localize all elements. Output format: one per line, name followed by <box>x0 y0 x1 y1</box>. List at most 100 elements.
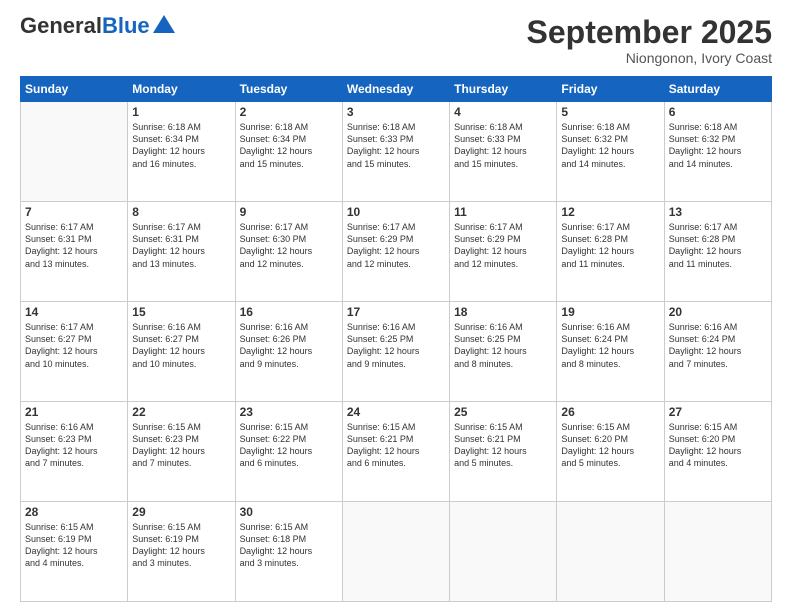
header: GeneralBlue September 2025 Niongonon, Iv… <box>20 15 772 66</box>
weekday-header-row: Sunday Monday Tuesday Wednesday Thursday… <box>21 77 772 102</box>
header-saturday: Saturday <box>664 77 771 102</box>
day-info: Sunrise: 6:16 AM Sunset: 6:24 PM Dayligh… <box>669 321 767 370</box>
day-number: 15 <box>132 305 230 319</box>
day-info: Sunrise: 6:17 AM Sunset: 6:31 PM Dayligh… <box>25 221 123 270</box>
day-info: Sunrise: 6:17 AM Sunset: 6:29 PM Dayligh… <box>347 221 445 270</box>
day-number: 17 <box>347 305 445 319</box>
calendar-cell: 24Sunrise: 6:15 AM Sunset: 6:21 PM Dayli… <box>342 402 449 502</box>
day-info: Sunrise: 6:18 AM Sunset: 6:33 PM Dayligh… <box>347 121 445 170</box>
logo-icon <box>153 15 175 33</box>
day-info: Sunrise: 6:16 AM Sunset: 6:23 PM Dayligh… <box>25 421 123 470</box>
calendar-cell: 9 Sunrise: 6:17 AM Sunset: 6:30 PM Daylig… <box>235 202 342 302</box>
day-number: 14 <box>25 305 123 319</box>
day-number: 1 <box>132 105 230 119</box>
header-sunday: Sunday <box>21 77 128 102</box>
calendar-cell: 11 Sunrise: 6:17 AM Sunset: 6:29 PM Dayli… <box>450 202 557 302</box>
calendar-cell: 27 Sunrise: 6:15 AM Sunset: 6:20 PM Dayli… <box>664 402 771 502</box>
calendar-cell: 23 Sunrise: 6:15 AM Sunset: 6:22 PM Dayli… <box>235 402 342 502</box>
logo-text: GeneralBlue <box>20 15 150 37</box>
day-info: Sunrise: 6:16 AM Sunset: 6:24 PM Dayligh… <box>561 321 659 370</box>
week-row-4: 28 Sunrise: 6:15 AM Sunset: 6:19 PM Dayli… <box>21 502 772 602</box>
day-number: 9 <box>240 205 338 219</box>
day-info: Sunrise: 6:17 AM Sunset: 6:28 PM Dayligh… <box>561 221 659 270</box>
day-number: 21 <box>25 405 123 419</box>
day-info: Sunrise: 6:15 AM Sunset: 6:21 PM Dayligh… <box>347 421 445 470</box>
calendar-cell <box>450 502 557 602</box>
logo-blue: Blue <box>102 13 150 38</box>
day-info: Sunrise: 6:18 AM Sunset: 6:34 PM Dayligh… <box>240 121 338 170</box>
month-title: September 2025 <box>527 15 772 50</box>
day-number: 20 <box>669 305 767 319</box>
calendar-cell: 6Sunrise: 6:18 AM Sunset: 6:32 PM Daylig… <box>664 102 771 202</box>
week-row-1: 7Sunrise: 6:17 AM Sunset: 6:31 PM Daylig… <box>21 202 772 302</box>
day-info: Sunrise: 6:16 AM Sunset: 6:25 PM Dayligh… <box>347 321 445 370</box>
day-number: 22 <box>132 405 230 419</box>
day-number: 28 <box>25 505 123 519</box>
day-info: Sunrise: 6:18 AM Sunset: 6:32 PM Dayligh… <box>561 121 659 170</box>
logo: GeneralBlue <box>20 15 175 37</box>
week-row-0: 1 Sunrise: 6:18 AM Sunset: 6:34 PM Daylig… <box>21 102 772 202</box>
day-number: 10 <box>347 205 445 219</box>
day-number: 27 <box>669 405 767 419</box>
day-info: Sunrise: 6:17 AM Sunset: 6:28 PM Dayligh… <box>669 221 767 270</box>
day-info: Sunrise: 6:16 AM Sunset: 6:26 PM Dayligh… <box>240 321 338 370</box>
calendar-cell: 28 Sunrise: 6:15 AM Sunset: 6:19 PM Dayli… <box>21 502 128 602</box>
calendar-cell: 10 Sunrise: 6:17 AM Sunset: 6:29 PM Dayli… <box>342 202 449 302</box>
day-number: 13 <box>669 205 767 219</box>
calendar-cell <box>557 502 664 602</box>
day-info: Sunrise: 6:17 AM Sunset: 6:30 PM Dayligh… <box>240 221 338 270</box>
day-number: 12 <box>561 205 659 219</box>
calendar-cell: 26Sunrise: 6:15 AM Sunset: 6:20 PM Dayli… <box>557 402 664 502</box>
day-number: 4 <box>454 105 552 119</box>
calendar-table: Sunday Monday Tuesday Wednesday Thursday… <box>20 76 772 602</box>
logo-general: General <box>20 13 102 38</box>
week-row-3: 21 Sunrise: 6:16 AM Sunset: 6:23 PM Dayli… <box>21 402 772 502</box>
calendar-cell: 30Sunrise: 6:15 AM Sunset: 6:18 PM Dayli… <box>235 502 342 602</box>
calendar-cell: 4 Sunrise: 6:18 AM Sunset: 6:33 PM Daylig… <box>450 102 557 202</box>
week-row-2: 14 Sunrise: 6:17 AM Sunset: 6:27 PM Dayli… <box>21 302 772 402</box>
header-thursday: Thursday <box>450 77 557 102</box>
calendar-cell: 14 Sunrise: 6:17 AM Sunset: 6:27 PM Dayli… <box>21 302 128 402</box>
day-info: Sunrise: 6:18 AM Sunset: 6:34 PM Dayligh… <box>132 121 230 170</box>
day-info: Sunrise: 6:15 AM Sunset: 6:19 PM Dayligh… <box>25 521 123 570</box>
day-number: 5 <box>561 105 659 119</box>
calendar-cell: 12 Sunrise: 6:17 AM Sunset: 6:28 PM Dayli… <box>557 202 664 302</box>
day-info: Sunrise: 6:15 AM Sunset: 6:20 PM Dayligh… <box>669 421 767 470</box>
day-info: Sunrise: 6:15 AM Sunset: 6:20 PM Dayligh… <box>561 421 659 470</box>
calendar-cell: 16Sunrise: 6:16 AM Sunset: 6:26 PM Dayli… <box>235 302 342 402</box>
calendar-cell: 20 Sunrise: 6:16 AM Sunset: 6:24 PM Dayli… <box>664 302 771 402</box>
day-info: Sunrise: 6:15 AM Sunset: 6:19 PM Dayligh… <box>132 521 230 570</box>
day-number: 29 <box>132 505 230 519</box>
day-number: 25 <box>454 405 552 419</box>
page: GeneralBlue September 2025 Niongonon, Iv… <box>0 0 792 612</box>
header-tuesday: Tuesday <box>235 77 342 102</box>
day-info: Sunrise: 6:17 AM Sunset: 6:29 PM Dayligh… <box>454 221 552 270</box>
day-info: Sunrise: 6:15 AM Sunset: 6:21 PM Dayligh… <box>454 421 552 470</box>
day-number: 3 <box>347 105 445 119</box>
calendar-cell: 17 Sunrise: 6:16 AM Sunset: 6:25 PM Dayli… <box>342 302 449 402</box>
day-info: Sunrise: 6:17 AM Sunset: 6:27 PM Dayligh… <box>25 321 123 370</box>
title-block: September 2025 Niongonon, Ivory Coast <box>527 15 772 66</box>
calendar-cell: 29 Sunrise: 6:15 AM Sunset: 6:19 PM Dayli… <box>128 502 235 602</box>
calendar-cell <box>21 102 128 202</box>
calendar-cell: 18Sunrise: 6:16 AM Sunset: 6:25 PM Dayli… <box>450 302 557 402</box>
day-info: Sunrise: 6:16 AM Sunset: 6:25 PM Dayligh… <box>454 321 552 370</box>
calendar-cell: 1 Sunrise: 6:18 AM Sunset: 6:34 PM Daylig… <box>128 102 235 202</box>
header-wednesday: Wednesday <box>342 77 449 102</box>
day-info: Sunrise: 6:15 AM Sunset: 6:18 PM Dayligh… <box>240 521 338 570</box>
day-number: 23 <box>240 405 338 419</box>
day-info: Sunrise: 6:15 AM Sunset: 6:22 PM Dayligh… <box>240 421 338 470</box>
day-info: Sunrise: 6:15 AM Sunset: 6:23 PM Dayligh… <box>132 421 230 470</box>
day-info: Sunrise: 6:18 AM Sunset: 6:33 PM Dayligh… <box>454 121 552 170</box>
calendar-cell <box>664 502 771 602</box>
location: Niongonon, Ivory Coast <box>527 50 772 66</box>
day-number: 19 <box>561 305 659 319</box>
calendar-cell: 3 Sunrise: 6:18 AM Sunset: 6:33 PM Daylig… <box>342 102 449 202</box>
day-info: Sunrise: 6:16 AM Sunset: 6:27 PM Dayligh… <box>132 321 230 370</box>
calendar-cell: 8Sunrise: 6:17 AM Sunset: 6:31 PM Daylig… <box>128 202 235 302</box>
calendar-cell: 13 Sunrise: 6:17 AM Sunset: 6:28 PM Dayli… <box>664 202 771 302</box>
calendar-cell: 15 Sunrise: 6:16 AM Sunset: 6:27 PM Dayli… <box>128 302 235 402</box>
calendar-cell: 22 Sunrise: 6:15 AM Sunset: 6:23 PM Dayli… <box>128 402 235 502</box>
calendar-cell: 21 Sunrise: 6:16 AM Sunset: 6:23 PM Dayli… <box>21 402 128 502</box>
day-number: 11 <box>454 205 552 219</box>
